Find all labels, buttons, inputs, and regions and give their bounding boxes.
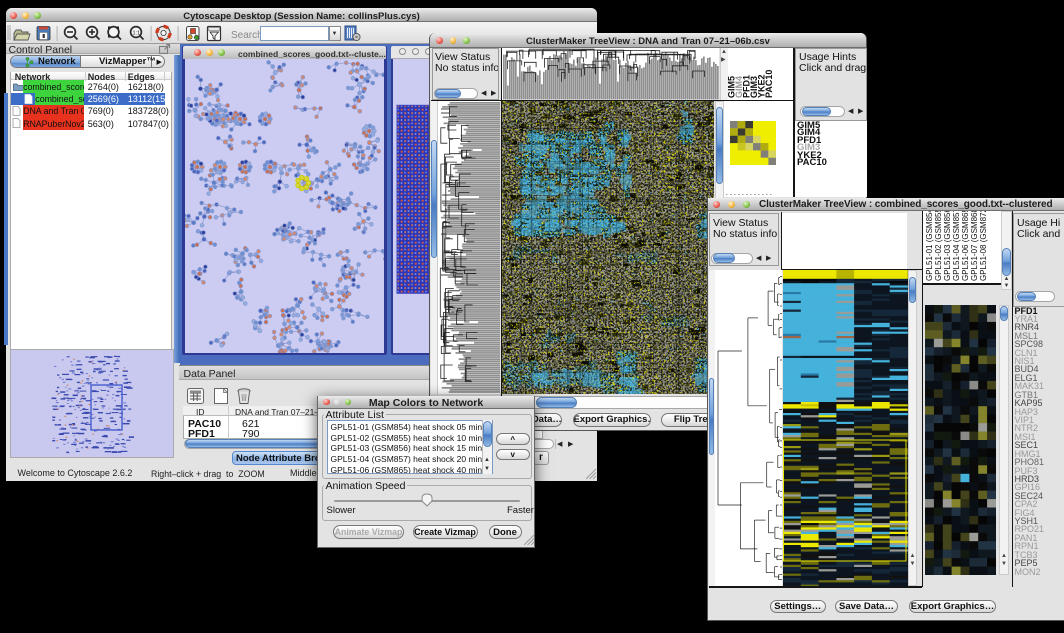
svg-text:GPL51-02 (GSM855): GPL51-02 (GSM855) [934,211,943,281]
svg-text:GPL51-04 (GSM857): GPL51-04 (GSM857) [952,211,961,281]
svg-text:GPL51-07 (GSM868): GPL51-07 (GSM868) [970,211,979,281]
svg-text:GPL51-08 (GSM872): GPL51-08 (GSM872) [979,211,988,281]
svg-text:GPL51-06 (GSM865): GPL51-06 (GSM865) [961,211,970,281]
svg-text:GPL51-03 (GSM856): GPL51-03 (GSM856) [943,211,952,281]
svg-text:GPL51-01 (GSM854): GPL51-01 (GSM854) [925,211,934,281]
svg-text:PAC10: PAC10 [764,70,774,98]
svg-text:1:1: 1:1 [133,31,141,37]
